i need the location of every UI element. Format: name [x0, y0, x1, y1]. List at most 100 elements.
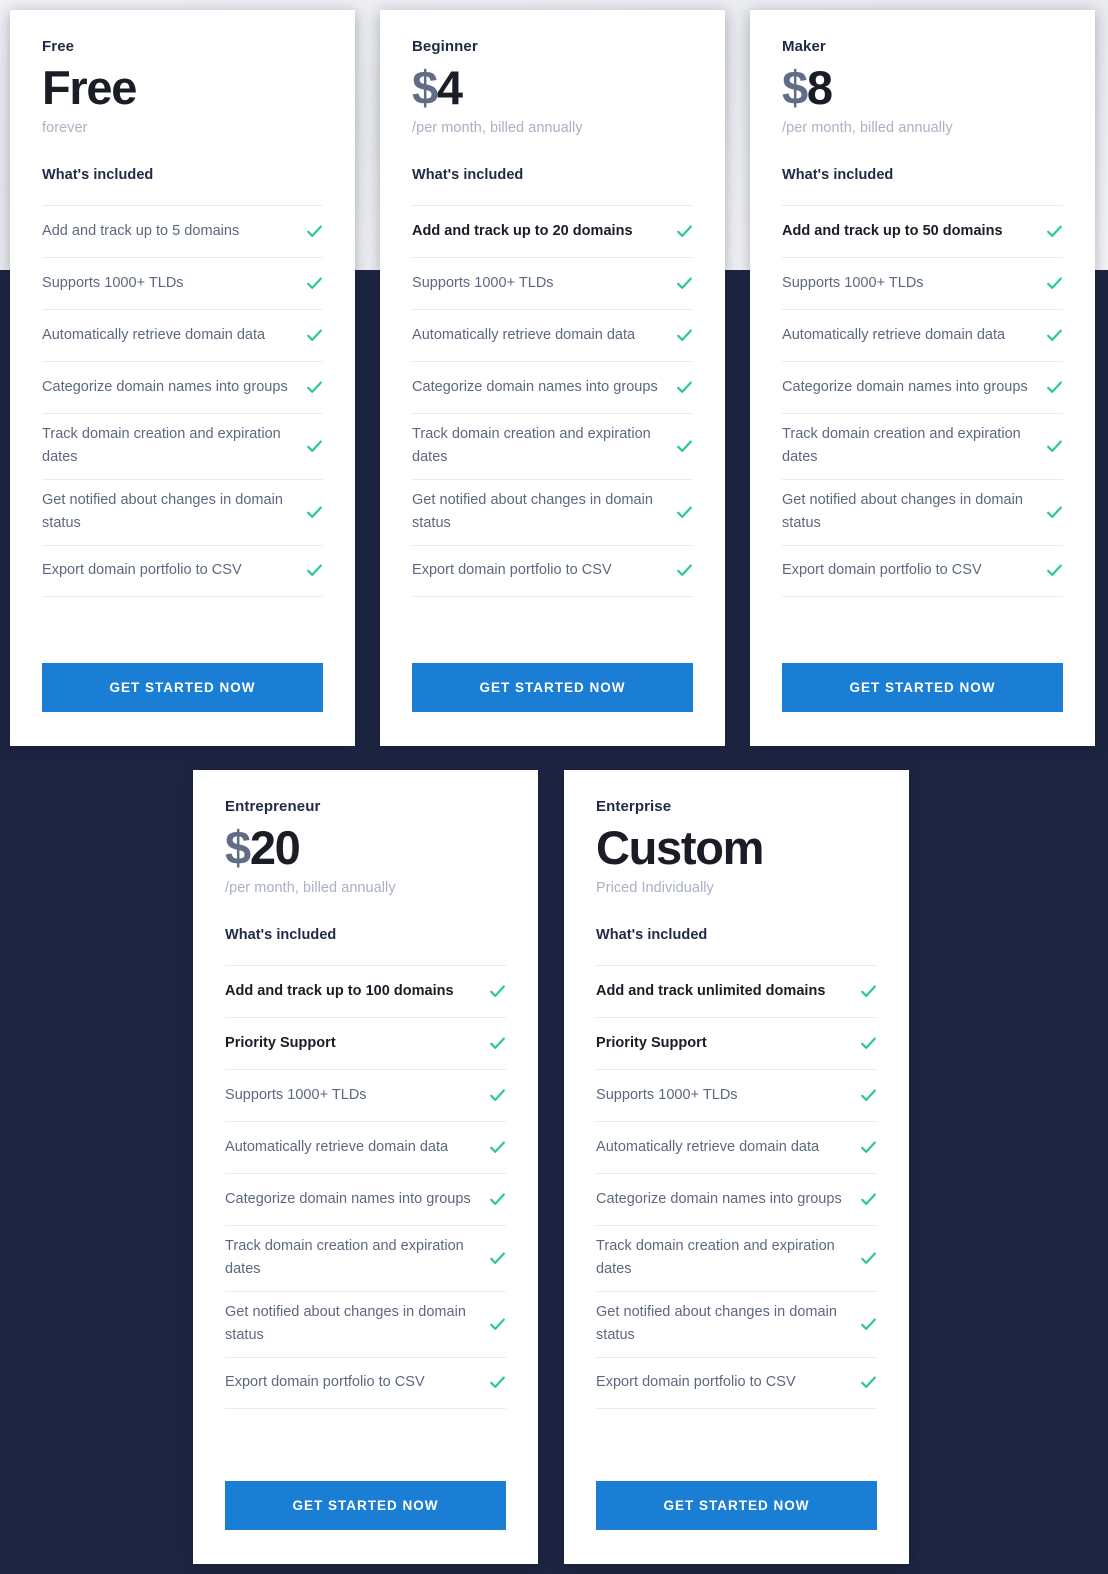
feature-label: Supports 1000+ TLDs	[225, 1086, 367, 1103]
feature-list: Add and track up to 20 domains Supports 1…	[412, 204, 693, 597]
feature-label: Export domain portfolio to CSV	[42, 562, 242, 578]
feature-row: Track domain creation and expiration dat…	[782, 412, 1063, 479]
plan-price-currency: $	[225, 821, 251, 874]
feature-row: Add and track up to 20 domains	[412, 204, 693, 257]
feature-row: Get notified about changes in domain sta…	[596, 1290, 877, 1357]
feature-label: Supports 1000+ TLDs	[42, 274, 184, 291]
plan-price: $20	[225, 823, 506, 873]
feature-row: Supports 1000+ TLDs	[782, 256, 1063, 309]
plan-price-currency: $	[412, 61, 438, 114]
check-icon	[1046, 438, 1063, 455]
included-title: What's included	[782, 166, 894, 183]
plan-price-note: Priced Individually	[596, 879, 714, 896]
check-icon	[489, 1250, 506, 1267]
feature-label: Add and track up to 20 domains	[412, 222, 633, 239]
pricing-card-enterprise: Enterprise Custom Priced Individually What'…	[564, 770, 909, 1564]
plan-price-amount: 4	[436, 61, 463, 114]
get-started-button[interactable]: GET STARTED NOW	[412, 663, 693, 712]
feature-label: Add and track unlimited domains	[596, 982, 826, 999]
check-icon	[1046, 562, 1063, 579]
check-icon	[306, 327, 323, 344]
feature-row: Get notified about changes in domain sta…	[42, 478, 323, 545]
get-started-button[interactable]: GET STARTED NOW	[42, 663, 323, 712]
check-icon	[860, 1250, 877, 1267]
plan-name: Free	[42, 38, 75, 55]
feature-label: Priority Support	[225, 1034, 336, 1051]
feature-label: Export domain portfolio to CSV	[782, 562, 982, 578]
feature-row: Categorize domain names into groups	[782, 360, 1063, 413]
feature-list: Add and track up to 50 domains Supports 1…	[782, 204, 1063, 597]
feature-label: Get notified about changes in domain sta…	[782, 491, 1023, 532]
check-icon	[306, 504, 323, 521]
plan-price-amount: Free	[42, 61, 137, 114]
feature-label: Track domain creation and expiration dat…	[225, 1237, 464, 1278]
included-title: What's included	[412, 166, 524, 183]
feature-row: Automatically retrieve domain data	[412, 308, 693, 361]
feature-label: Automatically retrieve domain data	[42, 326, 266, 343]
check-icon	[489, 1374, 506, 1391]
get-started-button[interactable]: GET STARTED NOW	[596, 1481, 877, 1530]
feature-row: Track domain creation and expiration dat…	[225, 1224, 506, 1291]
feature-row: Export domain portfolio to CSV	[596, 1356, 877, 1409]
feature-row: Supports 1000+ TLDs	[412, 256, 693, 309]
feature-row: Automatically retrieve domain data	[225, 1120, 506, 1173]
feature-list: Add and track unlimited domains Priority …	[596, 964, 877, 1409]
feature-label: Categorize domain names into groups	[596, 1190, 842, 1207]
included-title: What's included	[596, 926, 708, 943]
feature-row: Export domain portfolio to CSV	[412, 544, 693, 597]
feature-row: Categorize domain names into groups	[596, 1172, 877, 1225]
feature-row: Track domain creation and expiration dat…	[596, 1224, 877, 1291]
feature-row: Categorize domain names into groups	[42, 360, 323, 413]
plan-price-note: forever	[42, 119, 88, 136]
check-icon	[860, 1374, 877, 1391]
check-icon	[860, 1191, 877, 1208]
check-icon	[489, 1316, 506, 1333]
plan-price: $8	[782, 63, 1063, 113]
feature-list: Add and track up to 5 domains Supports 10…	[42, 204, 323, 597]
feature-row: Priority Support	[225, 1016, 506, 1069]
cta-container: GET STARTED NOW	[225, 1445, 506, 1530]
check-icon	[860, 1035, 877, 1052]
check-icon	[860, 1087, 877, 1104]
feature-label: Track domain creation and expiration dat…	[782, 425, 1021, 466]
get-started-button[interactable]: GET STARTED NOW	[782, 663, 1063, 712]
feature-label: Get notified about changes in domain sta…	[225, 1303, 466, 1344]
plan-name: Entrepreneur	[225, 798, 321, 815]
get-started-button[interactable]: GET STARTED NOW	[225, 1481, 506, 1530]
feature-label: Get notified about changes in domain sta…	[42, 491, 283, 532]
pricing-card-free: Free Free forever What's included Add and tr…	[10, 10, 355, 746]
feature-label: Categorize domain names into groups	[782, 378, 1028, 395]
check-icon	[676, 223, 693, 240]
check-icon	[489, 1087, 506, 1104]
check-icon	[1046, 223, 1063, 240]
feature-label: Automatically retrieve domain data	[225, 1138, 449, 1155]
feature-row: Priority Support	[596, 1016, 877, 1069]
feature-row: Get notified about changes in domain sta…	[225, 1290, 506, 1357]
check-icon	[860, 983, 877, 1000]
feature-row: Automatically retrieve domain data	[782, 308, 1063, 361]
feature-label: Priority Support	[596, 1034, 707, 1051]
check-icon	[860, 1139, 877, 1156]
feature-label: Track domain creation and expiration dat…	[412, 425, 651, 466]
included-title: What's included	[42, 166, 154, 183]
feature-label: Supports 1000+ TLDs	[412, 274, 554, 291]
feature-label: Export domain portfolio to CSV	[596, 1374, 796, 1390]
feature-row: Add and track unlimited domains	[596, 964, 877, 1017]
plan-price-currency: $	[782, 61, 808, 114]
check-icon	[1046, 327, 1063, 344]
plan-price-note: /per month, billed annually	[782, 119, 953, 136]
cta-container: GET STARTED NOW	[412, 627, 693, 712]
feature-row: Supports 1000+ TLDs	[225, 1068, 506, 1121]
feature-row: Categorize domain names into groups	[225, 1172, 506, 1225]
feature-row: Get notified about changes in domain sta…	[412, 478, 693, 545]
cta-container: GET STARTED NOW	[782, 627, 1063, 712]
pricing-card-maker: Maker $8/per month, billed annually What's…	[750, 10, 1095, 746]
included-title: What's included	[225, 926, 337, 943]
plan-name: Beginner	[412, 38, 478, 55]
check-icon	[306, 379, 323, 396]
plan-price-amount: Custom	[596, 821, 764, 874]
feature-row: Automatically retrieve domain data	[42, 308, 323, 361]
check-icon	[489, 1191, 506, 1208]
check-icon	[676, 562, 693, 579]
cta-container: GET STARTED NOW	[596, 1445, 877, 1530]
